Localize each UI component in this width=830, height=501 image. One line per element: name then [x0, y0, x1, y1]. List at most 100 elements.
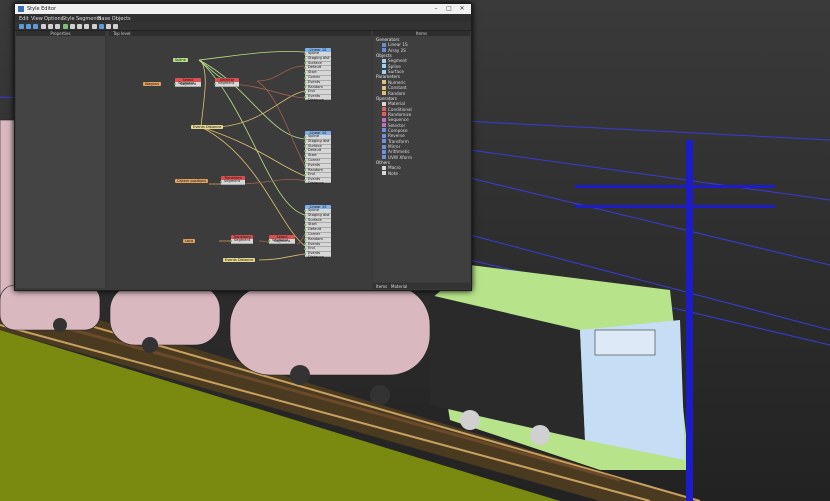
node-linear-1[interactable]: Linear 1S Spline Staging dist Surface De… [303, 48, 331, 102]
input-port[interactable] [303, 150, 306, 153]
settings-icon[interactable] [106, 23, 111, 29]
items-category[interactable]: Objects [376, 53, 392, 58]
input-port[interactable] [303, 72, 306, 75]
items-entry[interactable]: Randomize [382, 112, 411, 117]
input-port[interactable] [303, 76, 306, 79]
input-port[interactable] [267, 239, 270, 242]
items-entry[interactable]: Numeric [382, 80, 406, 85]
input-port[interactable] [303, 238, 306, 241]
copy-icon[interactable] [48, 23, 53, 29]
input-port[interactable] [303, 96, 306, 99]
input-port[interactable] [303, 214, 306, 217]
node-linear-2[interactable]: Linear 1S Spline Staging dist Surface De… [303, 131, 331, 185]
items-category[interactable]: Parameters [376, 74, 400, 79]
input-port[interactable] [219, 180, 222, 183]
items-category[interactable]: Generators [376, 37, 399, 42]
input-port[interactable] [303, 248, 306, 251]
items-entry[interactable]: Sequence [382, 117, 409, 122]
items-entry[interactable]: Constant [382, 85, 407, 90]
input-port[interactable] [213, 82, 216, 85]
title-bar[interactable]: Style Editor – □ ✕ [15, 4, 471, 14]
param-wagons[interactable]: Wagons [143, 82, 161, 86]
input-port[interactable] [303, 135, 306, 138]
item-icon [382, 155, 386, 160]
item-label: Selector [388, 122, 406, 128]
menu-edit[interactable]: Edit [19, 16, 29, 22]
input-port[interactable] [303, 229, 306, 232]
menu-options[interactable]: Options [44, 16, 63, 22]
items-entry[interactable]: Linear 1S [382, 42, 408, 47]
cut-icon[interactable] [41, 23, 46, 29]
open-icon[interactable] [26, 23, 31, 29]
items-entry[interactable]: Conditional [382, 107, 412, 112]
delete-icon[interactable] [70, 23, 75, 29]
node-select-segment-2[interactable]: Select Segment Segment [267, 235, 295, 244]
node-select-segment-1[interactable]: Select Segment Segment [173, 78, 201, 87]
input-port[interactable] [303, 67, 306, 70]
input-port[interactable] [303, 81, 306, 84]
input-port[interactable] [303, 140, 306, 143]
param-loco[interactable]: Loco [183, 239, 196, 243]
input-port[interactable] [303, 174, 306, 177]
input-port[interactable] [303, 164, 306, 167]
items-entry[interactable]: Spline [382, 64, 401, 69]
run-icon[interactable] [99, 23, 104, 29]
items-entry[interactable]: Note [382, 171, 398, 176]
items-entry[interactable]: Reverse [382, 133, 405, 138]
node-linear-3[interactable]: Linear 1S Spline Staging dist Surface St… [303, 205, 331, 259]
menu-view[interactable]: View [31, 16, 43, 22]
items-category[interactable]: Others [376, 160, 390, 165]
minimize-icon[interactable]: – [431, 5, 441, 13]
param-spline[interactable]: Spline [173, 58, 188, 62]
input-port[interactable] [303, 155, 306, 158]
items-entry[interactable]: Array 2S [382, 48, 406, 53]
zoom-icon[interactable] [92, 23, 97, 29]
tab-items[interactable]: Items [376, 284, 387, 289]
paste-icon[interactable] [55, 23, 60, 29]
tab-material[interactable]: Material [391, 284, 407, 289]
node-transform-1[interactable]: Transform Segment [219, 176, 245, 185]
node-selector[interactable]: Selector Segment [213, 78, 239, 87]
save-icon[interactable] [33, 23, 38, 29]
properties-panel[interactable] [16, 36, 105, 288]
param-events-distance-3[interactable]: Events Distance [223, 258, 256, 262]
node-canvas[interactable]: Spline Wagons Events Distance Cistern po… [109, 36, 371, 288]
items-entry[interactable]: Segment [382, 58, 407, 63]
menu-style[interactable]: Style [62, 16, 75, 22]
items-entry[interactable]: Material [382, 101, 405, 106]
new-icon[interactable] [19, 23, 24, 29]
input-port[interactable] [303, 253, 306, 256]
input-port[interactable] [303, 224, 306, 227]
style-editor-window[interactable]: Style Editor – □ ✕ Edit View Options Sty… [14, 3, 472, 291]
param-events-distance-1[interactable]: Events Distance [191, 125, 224, 129]
items-entry[interactable]: Mirror [382, 144, 400, 149]
node-transform-2[interactable]: Transform Segment [229, 235, 253, 244]
items-entry[interactable]: Arithmetic [382, 149, 410, 154]
items-entry[interactable]: Surface [382, 69, 404, 74]
close-icon[interactable]: ✕ [457, 5, 467, 13]
help-icon[interactable] [113, 23, 118, 29]
items-entry[interactable]: Selector [382, 123, 405, 128]
input-port[interactable] [303, 91, 306, 94]
items-panel[interactable]: Generators Linear 1S Array 2S Objects Segmen… [373, 36, 470, 282]
items-category[interactable]: Operators [376, 96, 397, 101]
input-port[interactable] [229, 239, 232, 242]
items-entry[interactable]: Macro [382, 165, 401, 170]
input-port[interactable] [303, 159, 306, 162]
input-port[interactable] [303, 52, 306, 55]
input-port[interactable] [173, 82, 176, 85]
filter-icon[interactable] [77, 23, 82, 29]
layout-icon[interactable] [84, 23, 89, 29]
items-entry[interactable]: Random [382, 91, 405, 96]
items-entry[interactable]: Transform [382, 139, 409, 144]
maximize-icon[interactable]: □ [444, 5, 454, 13]
input-port[interactable] [303, 179, 306, 182]
input-port[interactable] [303, 57, 306, 60]
input-port[interactable] [303, 233, 306, 236]
menu-base-objects[interactable]: Base Objects [98, 16, 131, 22]
param-cistern-positions[interactable]: Cistern positions [175, 179, 209, 183]
items-entry[interactable]: Compose [382, 128, 408, 133]
input-port[interactable] [303, 209, 306, 212]
items-entry[interactable]: UVW Xform [382, 155, 412, 160]
check-icon[interactable] [63, 23, 68, 29]
